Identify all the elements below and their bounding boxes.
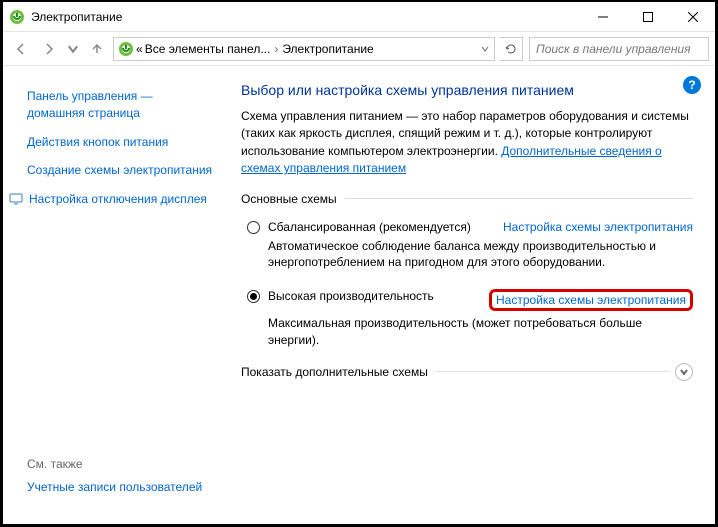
refresh-button[interactable] (499, 37, 523, 61)
window-title: Электропитание (31, 10, 580, 24)
plan-settings-link[interactable]: Настройка схемы электропитания (503, 220, 693, 234)
radio-high-performance[interactable] (247, 290, 260, 303)
sidebar-user-accounts[interactable]: Учетные записи пользователей (27, 475, 213, 504)
search-placeholder: Поиск в панели управления (536, 42, 691, 56)
back-button[interactable] (9, 37, 33, 61)
sidebar-home[interactable]: Панель управления — домашняя страница (27, 84, 213, 130)
monitor-icon (9, 192, 23, 206)
plan-high-performance: Высокая производительность Настройка схе… (241, 285, 693, 313)
maximize-button[interactable] (625, 2, 670, 31)
up-button[interactable] (85, 37, 109, 61)
highlighted-settings-link: Настройка схемы электропитания (489, 289, 693, 311)
sidebar-create-plan[interactable]: Создание схемы электропитания (27, 158, 213, 187)
close-button[interactable] (670, 2, 715, 31)
page-title: Выбор или настройка схемы управления пит… (241, 82, 693, 98)
main-content: ? Выбор или настройка схемы управления п… (223, 66, 715, 524)
chevron-down-icon[interactable] (480, 44, 490, 54)
breadcrumb-part[interactable]: Все элементы панел... (145, 42, 271, 56)
expand-button[interactable] (675, 363, 693, 381)
history-dropdown[interactable] (65, 37, 81, 61)
plan-settings-link[interactable]: Настройка схемы электропитания (496, 293, 686, 307)
section-more-plans[interactable]: Показать дополнительные схемы (241, 363, 693, 381)
see-also-label: См. также (27, 453, 213, 475)
radio-balanced[interactable] (247, 221, 260, 234)
plan-description: Автоматическое соблюдение баланса между … (241, 236, 693, 286)
minimize-button[interactable] (580, 2, 625, 31)
plan-description: Максимальная производительность (может п… (241, 313, 693, 363)
power-icon (9, 9, 25, 25)
plan-name[interactable]: Высокая производительность (268, 289, 434, 303)
help-icon[interactable]: ? (683, 76, 701, 94)
titlebar: Электропитание (3, 2, 715, 32)
breadcrumb[interactable]: « Все элементы панел... › Электропитание (113, 37, 495, 61)
search-input[interactable]: Поиск в панели управления (529, 37, 709, 61)
page-description: Схема управления питанием — это набор па… (241, 108, 693, 178)
section-default-plans: Основные схемы (241, 192, 693, 206)
window: Электропитание « Все элементы панел... ›… (0, 0, 718, 527)
sidebar-display-off[interactable]: Настройка отключения дисплея (9, 187, 213, 216)
power-icon (118, 41, 134, 57)
sidebar-button-actions[interactable]: Действия кнопок питания (27, 130, 213, 159)
chevron-down-icon (680, 368, 688, 376)
sidebar: Панель управления — домашняя страница Де… (3, 66, 223, 524)
forward-button[interactable] (37, 37, 61, 61)
breadcrumb-separator: › (272, 42, 280, 56)
breadcrumb-prefix: « (136, 42, 143, 56)
toolbar: « Все элементы панел... › Электропитание… (3, 32, 715, 66)
breadcrumb-part[interactable]: Электропитание (282, 42, 373, 56)
plan-name[interactable]: Сбалансированная (рекомендуется) (268, 220, 471, 234)
plan-balanced: Сбалансированная (рекомендуется) Настрой… (241, 216, 693, 236)
